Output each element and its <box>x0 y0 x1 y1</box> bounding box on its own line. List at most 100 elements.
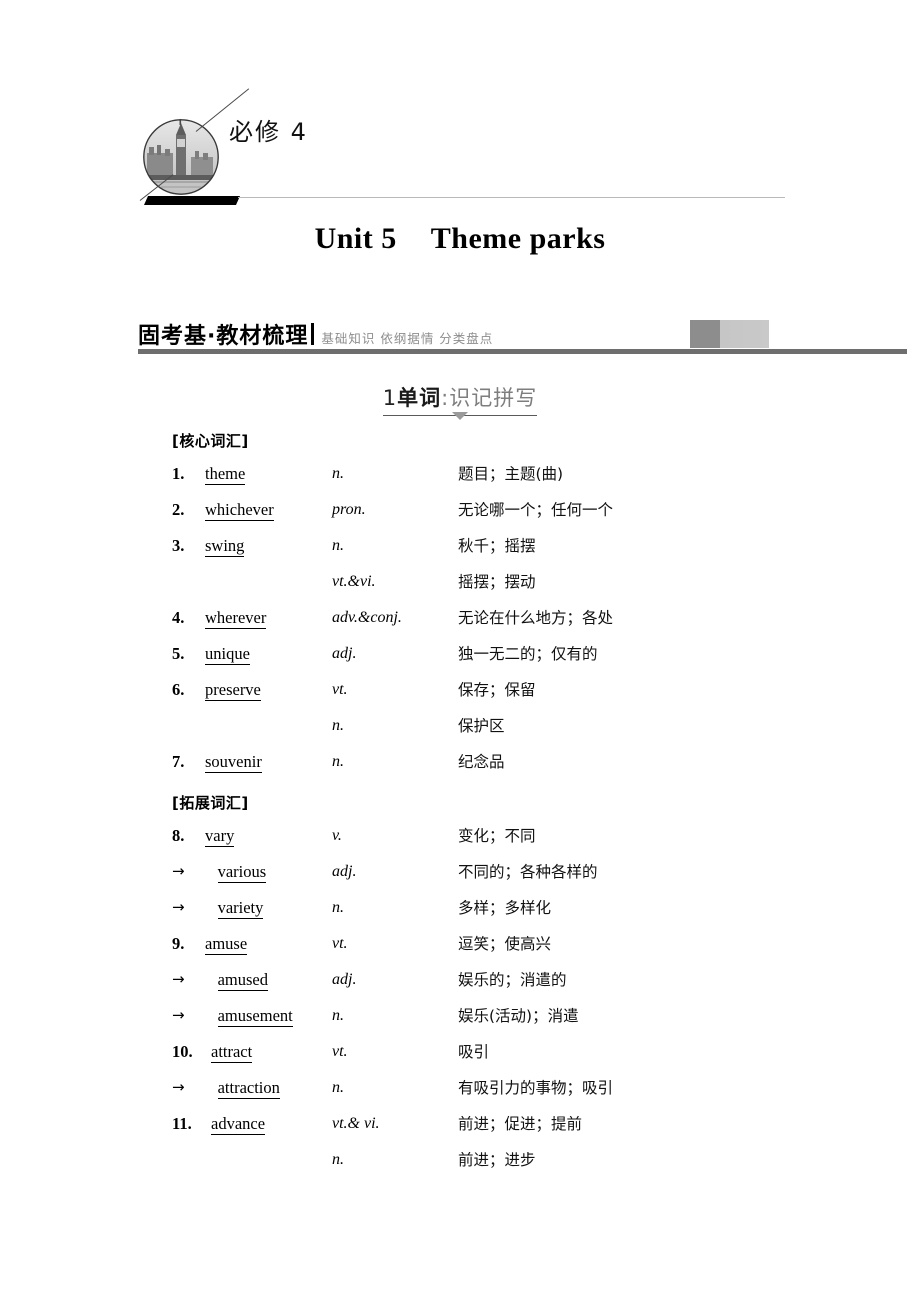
vocab-row: → attraction n. 有吸引力的事物；吸引 <box>0 1070 920 1106</box>
vocab-part-of-speech: n. <box>332 899 344 916</box>
vocab-definition: 独一无二的；仅有的 <box>458 645 598 663</box>
vocab-row: 5. unique adj. 独一无二的；仅有的 <box>0 636 920 672</box>
vocab-row: 2. whichever pron. 无论哪一个；任何一个 <box>0 492 920 528</box>
vocab-part-of-speech: adj. <box>332 863 357 880</box>
vocab-group-label: [核心词汇] <box>172 432 249 450</box>
chevron-down-icon <box>452 412 468 420</box>
vocab-row: 11. advance vt.& vi. 前进；促进；提前 <box>0 1106 920 1142</box>
vocab-row: 8. vary v. 变化；不同 <box>0 818 920 854</box>
vocab-row: 10. attract vt. 吸引 <box>0 1034 920 1070</box>
vocab-definition: 娱乐的；消遣的 <box>458 971 567 989</box>
vocab-part-of-speech: vt. <box>332 1043 348 1060</box>
vocab-row: 7. souvenir n. 纪念品 <box>0 744 920 780</box>
vocab-definition: 摇摆；摆动 <box>458 573 536 591</box>
vocab-word-text: preserve <box>205 680 261 701</box>
vocab-derived-word: → amused <box>172 962 268 998</box>
vocab-word-text: amused <box>217 970 268 991</box>
vocab-word: theme <box>205 456 246 492</box>
vocab-word-text: various <box>217 862 267 883</box>
section-underline <box>138 349 907 354</box>
vocab-part-of-speech: n. <box>332 753 344 770</box>
vocab-row: 6. preserve vt. 保存；保留 <box>0 672 920 708</box>
vocab-row: 1. theme n. 题目；主题(曲) <box>0 456 920 492</box>
page-banner: 必修 4 <box>0 0 920 215</box>
vocab-derived-word: → attraction <box>172 1070 280 1106</box>
vocab-group-label: [拓展词汇] <box>172 794 249 812</box>
vocab-word-text: vary <box>205 826 235 847</box>
book-volume-label: 必修 4 <box>229 118 308 146</box>
vocab-word-text: whichever <box>205 500 274 521</box>
unit-topic: Theme parks <box>430 222 606 255</box>
unit-number: Unit 5 <box>314 222 397 255</box>
vocab-definition: 前进；促进；提前 <box>458 1115 583 1133</box>
vocab-word-text: swing <box>205 536 245 557</box>
vocab-part-of-speech: n. <box>332 717 344 734</box>
vocab-part-of-speech: v. <box>332 827 342 844</box>
vocab-derived-word: → various <box>172 854 267 890</box>
vocab-number: 11. <box>172 1114 192 1133</box>
section-header-text: 固考基·教材梳理 基础知识 依纲据情 分类盘点 <box>138 318 493 350</box>
vocab-word: advance <box>211 1106 266 1142</box>
vocab-part-of-speech: adv.&conj. <box>332 609 402 626</box>
part-heading: 1单词:识记拼写 <box>0 382 920 416</box>
vocab-row: 4. wherever adv.&conj. 无论在什么地方；各处 <box>0 600 920 636</box>
vocab-definition: 多样；多样化 <box>458 899 552 917</box>
arrow-right-icon: → <box>172 898 185 916</box>
vocab-definition: 有吸引力的事物；吸引 <box>458 1079 614 1097</box>
vocab-part-of-speech: n. <box>332 1151 344 1168</box>
vocab-row: → amusement n. 娱乐(活动)；消遣 <box>0 998 920 1034</box>
vocab-part-of-speech: n. <box>332 465 344 482</box>
vocab-derived-word: → variety <box>172 890 264 926</box>
vocab-part-of-speech: vt.& vi. <box>332 1115 380 1132</box>
part-heading-text: 1单词:识记拼写 <box>382 382 538 416</box>
vocab-definition: 吸引 <box>458 1043 490 1061</box>
vocab-definition: 纪念品 <box>458 753 505 771</box>
vocab-word: preserve <box>205 672 261 708</box>
vocab-definition: 保存；保留 <box>458 681 536 699</box>
vocab-word-text: souvenir <box>205 752 262 773</box>
part-number: 1 <box>382 386 398 410</box>
vocab-part-of-speech: adj. <box>332 971 357 988</box>
vocab-part-of-speech: n. <box>332 1007 344 1024</box>
arrow-right-icon: → <box>172 1006 185 1024</box>
vocab-row: → amused adj. 娱乐的；消遣的 <box>0 962 920 998</box>
page-title: Unit 5 Theme parks <box>0 222 920 256</box>
vocab-word-text: attract <box>211 1042 253 1063</box>
vocab-word-text: amusement <box>217 1006 293 1027</box>
vocab-word-text: theme <box>205 464 246 485</box>
banner-rule-line <box>238 197 785 198</box>
arrow-right-icon: → <box>172 970 185 988</box>
vocab-part-of-speech: vt. <box>332 681 348 698</box>
vocab-definition: 变化；不同 <box>458 827 536 845</box>
vocab-part-of-speech: n. <box>332 1079 344 1096</box>
section-subtitle: 基础知识 依纲据情 分类盘点 <box>321 331 494 346</box>
vocab-word-text: attraction <box>217 1078 280 1099</box>
vocab-word-text: wherever <box>205 608 267 629</box>
vocab-definition: 秋千；摇摆 <box>458 537 536 555</box>
vocab-row: 3. swing n. 秋千；摇摆 <box>0 528 920 564</box>
vocab-word-text: unique <box>205 644 250 665</box>
vocabulary-list: [核心词汇] 1. theme n. 题目；主题(曲) 2. whichever pron. 无… <box>0 430 920 1178</box>
vocab-word-text: variety <box>217 898 264 919</box>
vocab-part-of-speech: adj. <box>332 645 357 662</box>
section-header: 固考基·教材梳理 基础知识 依纲据情 分类盘点 <box>138 318 907 354</box>
vocab-word: unique <box>205 636 250 672</box>
vocab-definition: 保护区 <box>458 717 505 735</box>
banner-black-bar <box>143 196 241 205</box>
section-title-divider <box>311 323 315 345</box>
vocab-definition: 娱乐(活动)；消遣 <box>458 1007 579 1025</box>
vocab-number: 10. <box>172 1042 193 1061</box>
vocab-row: n. 保护区 <box>0 708 920 744</box>
vocab-part-of-speech: vt. <box>332 935 348 952</box>
vocab-part-of-speech: vt.&vi. <box>332 573 376 590</box>
vocab-row: n. 前进；进步 <box>0 1142 920 1178</box>
big-ben-photo-icon <box>143 119 219 195</box>
vocab-row: vt.&vi. 摇摆；摆动 <box>0 564 920 600</box>
section-title: 固考基·教材梳理 <box>138 324 309 349</box>
vocab-word: wherever <box>205 600 267 636</box>
vocab-derived-word: → amusement <box>172 998 293 1034</box>
vocab-word: souvenir <box>205 744 262 780</box>
vocab-definition: 前进；进步 <box>458 1151 536 1169</box>
vocab-word: amuse <box>205 926 248 962</box>
part-subtext: :识记拼写 <box>441 386 538 410</box>
